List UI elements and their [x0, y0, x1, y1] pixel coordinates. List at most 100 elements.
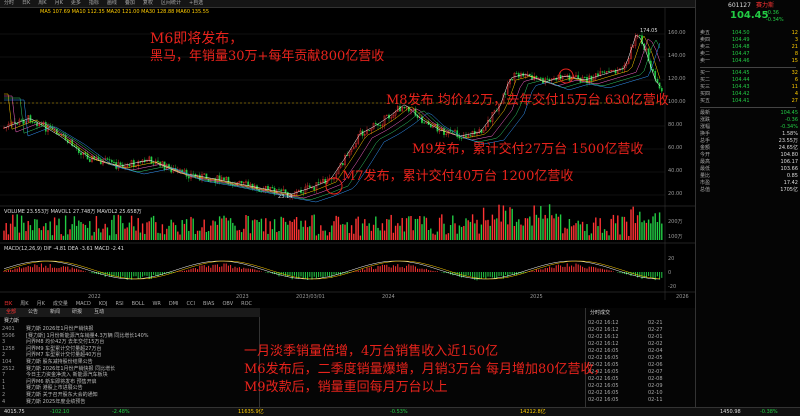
volume-bar: [170, 219, 172, 240]
toolbar-item[interactable]: 区间统计: [161, 0, 181, 6]
macd-legend: MACD(12,26,9) DIF -4.81 DEA -3.61 MACD -…: [4, 246, 124, 252]
indicator-tab[interactable]: CCI: [187, 301, 195, 307]
indicator-tab[interactable]: 周K: [20, 301, 28, 307]
candle-body: [36, 122, 38, 127]
candle-body: [583, 76, 586, 78]
volume-bar: [361, 223, 364, 240]
volume-bar: [278, 230, 280, 240]
high-price-label: 174.05: [640, 28, 658, 34]
asks-price: 104.50: [732, 30, 750, 36]
volume-bar: [181, 220, 183, 240]
news-list[interactable]: 2401 赛力斯 2026年1月份产销快报 5506 [赛力斯] 1月份新能源汽车销量…: [0, 326, 260, 406]
volume-bar: [500, 221, 502, 240]
candle-body: [20, 119, 23, 121]
volume-bar: [641, 222, 643, 240]
news-tab[interactable]: 互动: [94, 309, 104, 315]
volume-bar: [632, 206, 634, 240]
volume-bar: [229, 218, 232, 240]
volume-bar: [139, 232, 142, 240]
indicator-tab[interactable]: 月K: [37, 301, 45, 307]
volume-bar: [183, 223, 186, 240]
trade-time: 02-02 16:12: [588, 334, 619, 340]
news-tab[interactable]: 新闻: [50, 309, 60, 315]
trade-value: 02-27: [648, 327, 663, 333]
volume-bar: [619, 234, 621, 240]
asks-row: 卖四 104.49 3: [700, 37, 798, 44]
indicator-tab[interactable]: 成交量: [53, 301, 68, 307]
volume-bar: [260, 218, 263, 240]
trade-row[interactable]: 02-02 16:05 02-09: [588, 383, 688, 389]
indicator-tab[interactable]: RSI: [115, 301, 123, 307]
toolbar-item[interactable]: 指标: [89, 0, 99, 6]
y-tick-1: 140.00: [668, 53, 686, 59]
x-tick-5: 2026: [676, 294, 689, 300]
indicator-tab[interactable]: KDJ: [99, 301, 108, 307]
volume-bar: [509, 207, 511, 240]
trade-row[interactable]: 02-02 16:05 02-04: [588, 348, 688, 354]
trade-row[interactable]: 02-02 16:12 02-21: [588, 320, 688, 326]
volume-bar: [458, 225, 461, 240]
volume-bar: [56, 225, 58, 240]
indicator-tab[interactable]: BIAS: [203, 301, 215, 307]
trade-row[interactable]: 02-02 16:12 02-27: [588, 327, 688, 333]
volume-bar: [394, 225, 397, 240]
volume-bar: [353, 233, 355, 240]
news-tab[interactable]: 全部: [6, 309, 16, 315]
candle-body: [539, 77, 542, 79]
indicator-tab[interactable]: MACD: [76, 301, 91, 307]
indicator-tab[interactable]: OBV: [222, 301, 233, 307]
volume-bar: [60, 234, 62, 240]
volume-bar: [566, 228, 568, 240]
asks-price: 104.48: [732, 44, 750, 50]
indicator-tab[interactable]: 日K: [4, 301, 12, 307]
stat-row: 涨跌 -0.36: [700, 117, 798, 124]
candle-body: [108, 159, 111, 161]
news-tabs[interactable]: 全部 公告 新闻 研报 互动: [0, 308, 110, 315]
chart-indicator-tabs[interactable]: 日K 周K 月K 成交量 MACD KDJ RSI BOLL WR DMI CCI BIAS OBV RO…: [4, 301, 260, 308]
toolbar-item[interactable]: 分时: [4, 0, 14, 6]
indicator-tab[interactable]: WR: [152, 301, 160, 307]
candle-body: [29, 115, 32, 123]
trade-row[interactable]: 02-02 16:05 02-11: [588, 397, 688, 403]
stat-row: 今开 104.80: [700, 152, 798, 159]
trade-row[interactable]: 02-02 16:12 02-01: [588, 334, 688, 340]
candle-body: [128, 164, 131, 167]
volume-bar: [298, 229, 300, 240]
volume-bar: [639, 211, 641, 240]
volume-bar: [579, 224, 582, 240]
volume-bar: [130, 215, 133, 240]
toolbar-item[interactable]: 更多: [71, 0, 81, 6]
toolbar-item[interactable]: 复权: [143, 0, 153, 6]
candle-body: [528, 73, 531, 76]
news-tabs-bar: 全部 公告 新闻 研报 互动: [0, 308, 260, 317]
bids-row: 买三 104.43 11: [700, 84, 798, 91]
volume-bar: [456, 233, 458, 240]
toolbar-item[interactable]: 日K: [22, 0, 30, 6]
news-tab[interactable]: 研报: [72, 309, 82, 315]
trade-row[interactable]: 02-02 16:05 02-10: [588, 390, 688, 396]
stat-value: -0.34%: [780, 124, 798, 130]
toolbar-item[interactable]: 叠加: [125, 0, 135, 6]
volume-bar: [306, 227, 309, 240]
news-panel: 全部 公告 新闻 研报 互动 赛力斯 2401 赛力斯 2026年1月份产销快报 5506[…: [0, 308, 260, 407]
toolbar-item[interactable]: 画线: [107, 0, 117, 6]
asks-row: 卖五 104.50 12: [700, 30, 798, 37]
news-item[interactable]: 4 赛力斯 2025年度业绩预告: [2, 399, 252, 406]
indicator-tab[interactable]: BOLL: [132, 301, 145, 307]
toolbar-item[interactable]: +自选: [189, 0, 203, 6]
news-tab[interactable]: 公告: [28, 309, 38, 315]
news-title: [赛力斯] 1月份新能源汽车销量4.3万辆 同比增长140%: [26, 332, 149, 339]
volume-bar: [159, 233, 161, 240]
candle-body: [280, 189, 283, 192]
toolbar-item[interactable]: 月K: [55, 0, 63, 6]
indicator-tab[interactable]: ROC: [241, 301, 252, 307]
stat-key: 金额: [700, 145, 711, 151]
stat-key: 涨跌: [700, 117, 711, 123]
trade-row[interactable]: 02-02 16:12 02-02: [588, 341, 688, 347]
news-title: 赛力斯 股东减持股份结果公告: [26, 359, 93, 365]
indicator-tab[interactable]: DMI: [169, 301, 179, 307]
volume-bar: [612, 214, 615, 240]
stat-key: 换手: [700, 131, 711, 137]
toolbar-item[interactable]: 周K: [38, 0, 46, 6]
y-tick-4: 80.00: [668, 122, 683, 128]
